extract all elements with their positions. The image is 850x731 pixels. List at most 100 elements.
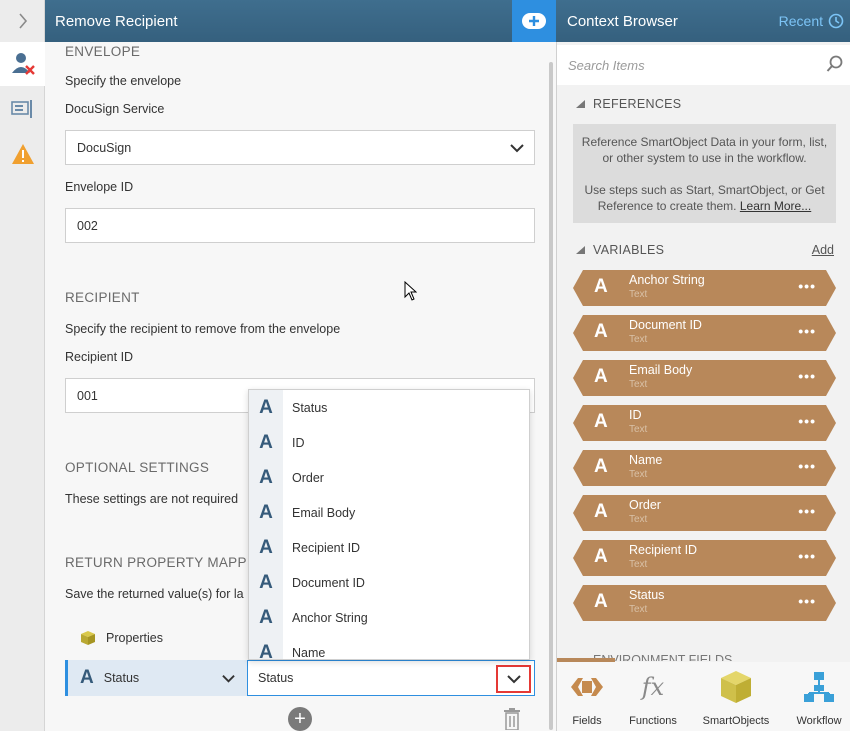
variable-name[interactable]: A Name Text ••• xyxy=(573,450,836,486)
variable-document-id[interactable]: A Document ID Text ••• xyxy=(573,315,836,351)
dropdown-item-label: Name xyxy=(292,645,326,660)
variables-title: VARIABLES xyxy=(593,243,665,257)
tab-smartobjects[interactable]: SmartObjects xyxy=(700,662,772,731)
more-options-icon[interactable]: ••• xyxy=(798,548,816,564)
variable-type: Text xyxy=(629,424,648,435)
workflow-icon xyxy=(804,672,834,702)
variable-name: Document ID xyxy=(629,318,702,332)
tab-remove-recipient[interactable] xyxy=(0,42,45,86)
add-variable-link[interactable]: Add xyxy=(812,243,834,257)
panel-title: Remove Recipient xyxy=(55,12,178,30)
variable-name: ID xyxy=(629,408,642,422)
more-options-icon[interactable]: ••• xyxy=(798,593,816,609)
tab-functions-label: Functions xyxy=(629,715,677,727)
cube-icon xyxy=(81,631,95,645)
more-options-icon[interactable]: ••• xyxy=(798,413,816,429)
text-type-icon: A xyxy=(594,591,608,612)
expand-rail-button[interactable] xyxy=(0,0,45,42)
text-type-icon: A xyxy=(594,366,608,387)
text-type-icon: A xyxy=(259,396,273,418)
variable-name: Email Body xyxy=(629,363,693,377)
left-rail xyxy=(0,0,45,731)
learn-more-link[interactable]: Learn More... xyxy=(740,199,811,213)
status-dropdown-toggle[interactable] xyxy=(496,665,531,693)
return-mapping-description: Save the returned value(s) for la xyxy=(65,587,244,601)
references-info-box: Reference SmartObject Data in your form,… xyxy=(573,124,836,223)
variable-type: Text xyxy=(629,559,648,570)
recent-button[interactable]: Recent xyxy=(779,0,844,42)
dropdown-item-label: Anchor String xyxy=(292,610,368,625)
docusign-service-value: DocuSign xyxy=(77,140,132,155)
variable-type: Text xyxy=(629,289,648,300)
dropdown-item-label: Order xyxy=(292,470,324,485)
add-toolbar-button[interactable] xyxy=(512,0,556,42)
functions-icon: fx xyxy=(641,673,665,701)
status-mapping-row[interactable]: A Status xyxy=(65,660,247,696)
dropdown-item-order[interactable]: A Order xyxy=(249,460,529,495)
text-type-icon: A xyxy=(594,501,608,522)
dropdown-item-id[interactable]: A ID xyxy=(249,425,529,460)
dropdown-item-recipient-id[interactable]: A Recipient ID xyxy=(249,530,529,565)
dropdown-item-email-body[interactable]: A Email Body xyxy=(249,495,529,530)
dropdown-item-label: Status xyxy=(292,400,328,415)
properties-row[interactable]: Properties xyxy=(68,620,248,656)
envelope-section-title: ENVELOPE xyxy=(65,44,141,59)
tab-warnings[interactable] xyxy=(0,132,45,176)
variable-type: Text xyxy=(629,379,648,390)
tab-functions[interactable]: fx Functions xyxy=(623,662,683,731)
variable-type: Text xyxy=(629,604,648,615)
more-options-icon[interactable]: ••• xyxy=(798,368,816,384)
trash-icon[interactable] xyxy=(503,708,521,730)
docusign-service-select[interactable]: DocuSign xyxy=(65,130,535,165)
dropdown-item-document-id[interactable]: A Document ID xyxy=(249,565,529,600)
search-placeholder: Search Items xyxy=(568,57,645,73)
tab-fields[interactable]: Fields xyxy=(557,662,617,731)
tab-fields-label: Fields xyxy=(572,715,602,727)
properties-label: Properties xyxy=(106,631,163,645)
tab-workflow-label: Workflow xyxy=(796,715,842,727)
variable-type: Text xyxy=(629,469,648,480)
chevron-right-icon xyxy=(18,13,27,29)
envelope-id-value: 002 xyxy=(77,218,98,233)
status-mapping-value: Status xyxy=(258,671,294,685)
variable-name: Name xyxy=(629,453,663,467)
tab-smartobjects-label: SmartObjects xyxy=(702,715,770,727)
envelope-id-field[interactable]: 002 xyxy=(65,208,535,243)
variable-anchor-string[interactable]: A Anchor String Text ••• xyxy=(573,270,836,306)
property-dropdown-list: A Status A ID A Order A Email Body A Rec… xyxy=(248,389,530,660)
references-section-header[interactable]: REFERENCES xyxy=(576,97,681,111)
more-options-icon[interactable]: ••• xyxy=(798,323,816,339)
context-browser-title: Context Browser xyxy=(567,12,678,30)
chevron-down-icon[interactable] xyxy=(222,672,235,685)
add-mapping-button[interactable]: + xyxy=(288,707,312,731)
status-mapping-select[interactable]: Status xyxy=(247,660,535,696)
variable-type: Text xyxy=(629,334,648,345)
text-type-icon: A xyxy=(259,466,273,488)
variable-name: Order xyxy=(629,498,661,512)
dropdown-item-name[interactable]: A Name xyxy=(249,635,529,660)
recipient-id-value: 001 xyxy=(77,388,98,403)
recipient-section-title: RECIPIENT xyxy=(65,290,140,305)
more-options-icon[interactable]: ••• xyxy=(798,278,816,294)
variable-order[interactable]: A Order Text ••• xyxy=(573,495,836,531)
variable-email-body[interactable]: A Email Body Text ••• xyxy=(573,360,836,396)
variables-section-header[interactable]: VARIABLES xyxy=(576,243,664,257)
search-items-input[interactable]: Search Items xyxy=(557,45,850,85)
text-type-icon: A xyxy=(594,276,608,297)
add-icon xyxy=(522,13,546,29)
remove-user-icon xyxy=(12,53,35,75)
tab-form[interactable] xyxy=(0,87,45,131)
more-options-icon[interactable]: ••• xyxy=(798,503,816,519)
text-type-icon: A xyxy=(259,606,273,628)
tab-workflow[interactable]: Workflow xyxy=(789,662,849,731)
collapse-triangle-icon xyxy=(576,100,585,108)
more-options-icon[interactable]: ••• xyxy=(798,458,816,474)
variable-id[interactable]: A ID Text ••• xyxy=(573,405,836,441)
text-type-icon: A xyxy=(259,571,273,593)
variable-recipient-id[interactable]: A Recipient ID Text ••• xyxy=(573,540,836,576)
search-icon[interactable] xyxy=(826,55,844,73)
panel-scrollbar[interactable] xyxy=(549,62,553,730)
dropdown-item-status[interactable]: A Status xyxy=(249,390,529,425)
variable-status[interactable]: A Status Text ••• xyxy=(573,585,836,621)
dropdown-item-anchor-string[interactable]: A Anchor String xyxy=(249,600,529,635)
